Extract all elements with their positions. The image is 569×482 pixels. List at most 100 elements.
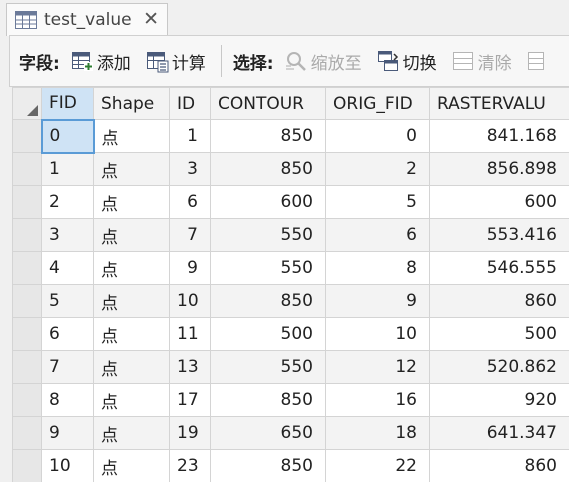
calculate-field-button[interactable]: 计算 — [145, 49, 206, 74]
cell-shape[interactable]: 点 — [93, 119, 170, 153]
cell-fid[interactable]: 10 — [41, 449, 94, 482]
cell-shape[interactable]: 点 — [93, 350, 170, 384]
cell-contour[interactable]: 850 — [210, 284, 326, 318]
column-header-id[interactable]: ID — [169, 87, 211, 120]
cell-shape[interactable]: 点 — [93, 185, 170, 219]
switch-selection-button[interactable]: 切换 — [376, 49, 437, 74]
cell-orig-fid[interactable]: 10 — [325, 317, 430, 351]
cell-orig-fid[interactable]: 12 — [325, 350, 430, 384]
row-selector[interactable] — [12, 218, 42, 252]
cell-fid[interactable]: 9 — [41, 416, 94, 450]
row-selector[interactable] — [12, 251, 42, 285]
cell-orig-fid[interactable]: 9 — [325, 284, 430, 318]
cell-orig-fid[interactable]: 22 — [325, 449, 430, 482]
cell-id[interactable]: 23 — [169, 449, 211, 482]
cell-id[interactable]: 6 — [169, 185, 211, 219]
cell-contour[interactable]: 550 — [210, 350, 326, 384]
cell-fid[interactable]: 1 — [41, 152, 94, 186]
row-selector[interactable] — [12, 416, 42, 450]
cell-id[interactable]: 11 — [169, 317, 211, 351]
cell-id[interactable]: 17 — [169, 383, 211, 417]
cell-contour[interactable]: 550 — [210, 218, 326, 252]
cell-rastervalu[interactable]: 860 — [429, 449, 569, 482]
tab-test-value[interactable]: test_value ✕ — [6, 3, 168, 36]
table-row[interactable]: 1 点 3 850 2 856.898 — [12, 152, 569, 186]
cell-fid[interactable]: 0 — [40, 118, 95, 154]
cell-rastervalu[interactable]: 856.898 — [429, 152, 569, 186]
cell-fid[interactable]: 5 — [41, 284, 94, 318]
cell-id[interactable]: 19 — [169, 416, 211, 450]
cell-orig-fid[interactable]: 0 — [325, 119, 430, 153]
column-header-orig-fid[interactable]: ORIG_FID — [325, 87, 430, 120]
cell-fid[interactable]: 7 — [41, 350, 94, 384]
row-selector[interactable] — [12, 350, 42, 384]
cell-rastervalu[interactable]: 600 — [429, 185, 569, 219]
cell-rastervalu[interactable]: 920 — [429, 383, 569, 417]
cell-shape[interactable]: 点 — [93, 152, 170, 186]
column-header-rastervalu[interactable]: RASTERVALU — [429, 87, 569, 120]
column-header-contour[interactable]: CONTOUR — [210, 87, 326, 120]
cell-rastervalu[interactable]: 841.168 — [429, 119, 569, 153]
cell-contour[interactable]: 850 — [210, 383, 326, 417]
table-row[interactable]: 4 点 9 550 8 546.555 — [12, 251, 569, 285]
column-header-shape[interactable]: Shape — [93, 87, 170, 120]
cell-orig-fid[interactable]: 6 — [325, 218, 430, 252]
table-row[interactable]: 7 点 13 550 12 520.862 — [12, 350, 569, 384]
cell-fid[interactable]: 3 — [41, 218, 94, 252]
cell-contour[interactable]: 850 — [210, 152, 326, 186]
cell-orig-fid[interactable]: 5 — [325, 185, 430, 219]
cell-contour[interactable]: 850 — [210, 449, 326, 482]
cell-shape[interactable]: 点 — [93, 251, 170, 285]
cell-rastervalu[interactable]: 553.416 — [429, 218, 569, 252]
cell-orig-fid[interactable]: 16 — [325, 383, 430, 417]
row-selector[interactable] — [12, 284, 42, 318]
cell-id[interactable]: 1 — [169, 119, 211, 153]
cell-orig-fid[interactable]: 2 — [325, 152, 430, 186]
table-row[interactable]: 10 点 23 850 22 860 — [12, 449, 569, 482]
zoom-to-selection-button[interactable]: 缩放至 — [284, 49, 362, 74]
table-row[interactable]: 9 点 19 650 18 641.347 — [12, 416, 569, 450]
cell-fid[interactable]: 4 — [41, 251, 94, 285]
cell-orig-fid[interactable]: 18 — [325, 416, 430, 450]
cell-contour[interactable]: 500 — [210, 317, 326, 351]
delete-selection-button[interactable] — [526, 49, 553, 73]
row-selector[interactable] — [12, 185, 42, 219]
table-row[interactable]: 6 点 11 500 10 500 — [12, 317, 569, 351]
column-header-fid[interactable]: FID — [41, 87, 94, 120]
cell-id[interactable]: 10 — [169, 284, 211, 318]
cell-shape[interactable]: 点 — [93, 383, 170, 417]
cell-rastervalu[interactable]: 641.347 — [429, 416, 569, 450]
row-selector[interactable] — [12, 317, 42, 351]
table-row[interactable]: 5 点 10 850 9 860 — [12, 284, 569, 318]
cell-id[interactable]: 3 — [169, 152, 211, 186]
cell-fid[interactable]: 8 — [41, 383, 94, 417]
row-selector[interactable] — [12, 152, 42, 186]
cell-fid[interactable]: 6 — [41, 317, 94, 351]
cell-contour[interactable]: 600 — [210, 185, 326, 219]
table-row[interactable]: 0 点 1 850 0 841.168 — [12, 118, 569, 154]
cell-id[interactable]: 13 — [169, 350, 211, 384]
cell-fid[interactable]: 2 — [41, 185, 94, 219]
table-row[interactable]: 3 点 7 550 6 553.416 — [12, 218, 569, 252]
cell-shape[interactable]: 点 — [93, 449, 170, 482]
cell-shape[interactable]: 点 — [93, 416, 170, 450]
table-row[interactable]: 2 点 6 600 5 600 — [12, 185, 569, 219]
select-all-corner[interactable] — [12, 87, 42, 120]
row-selector[interactable] — [12, 449, 42, 482]
cell-contour[interactable]: 650 — [210, 416, 326, 450]
cell-orig-fid[interactable]: 8 — [325, 251, 430, 285]
add-field-button[interactable]: 添加 — [70, 49, 131, 74]
table-row[interactable]: 8 点 17 850 16 920 — [12, 383, 569, 417]
cell-rastervalu[interactable]: 860 — [429, 284, 569, 318]
cell-rastervalu[interactable]: 520.862 — [429, 350, 569, 384]
cell-id[interactable]: 9 — [169, 251, 211, 285]
close-icon[interactable]: ✕ — [143, 8, 159, 30]
cell-rastervalu[interactable]: 500 — [429, 317, 569, 351]
cell-contour[interactable]: 550 — [210, 251, 326, 285]
row-selector[interactable] — [12, 119, 42, 153]
cell-id[interactable]: 7 — [169, 218, 211, 252]
cell-shape[interactable]: 点 — [93, 284, 170, 318]
cell-rastervalu[interactable]: 546.555 — [429, 251, 569, 285]
cell-contour[interactable]: 850 — [210, 119, 326, 153]
cell-shape[interactable]: 点 — [93, 317, 170, 351]
